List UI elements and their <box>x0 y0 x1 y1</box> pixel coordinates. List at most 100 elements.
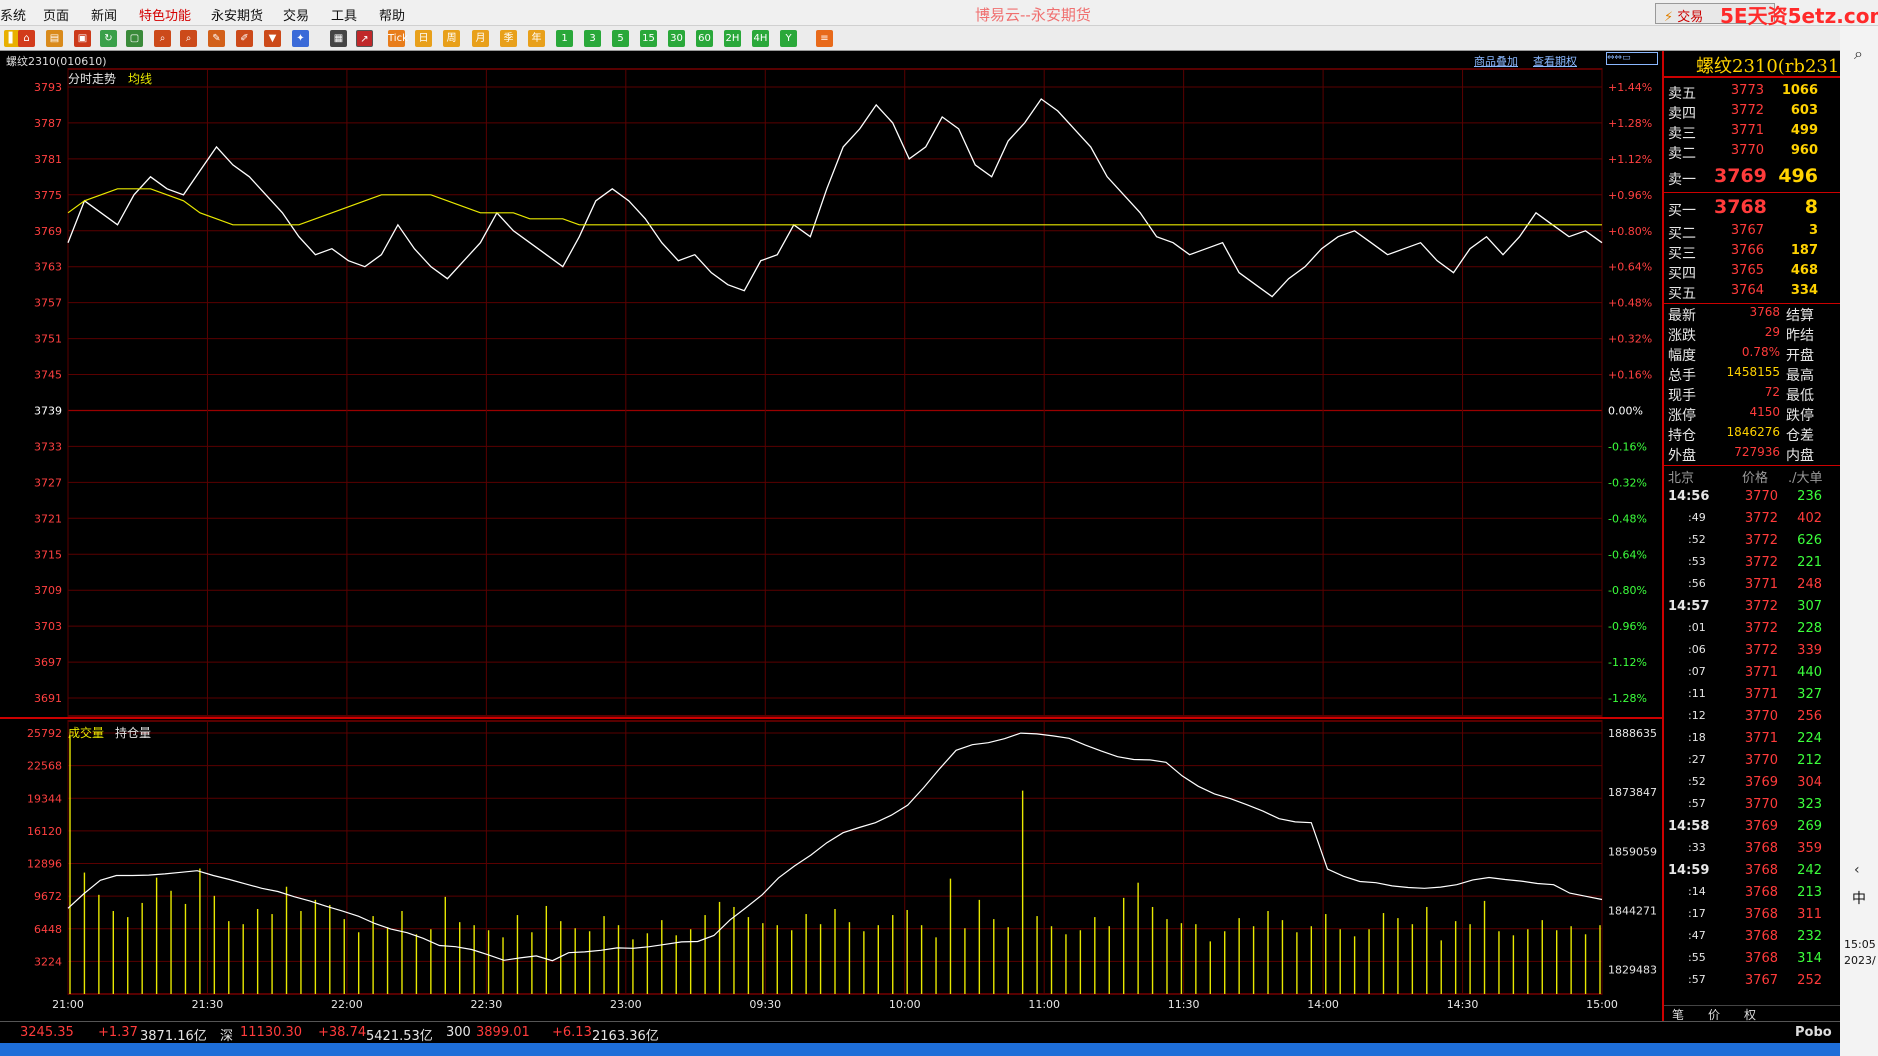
volume-legend: 成交量 <box>68 726 105 740</box>
hs300-amount: 2163.36亿 <box>592 1029 659 1044</box>
ask-price: 3773 <box>1730 83 1764 98</box>
window-icon[interactable]: ▢ <box>126 30 143 47</box>
ask-volume: 1066 <box>1781 83 1818 98</box>
tick-volume: 252 <box>1797 973 1822 988</box>
min3-icon[interactable]: 3 <box>584 30 601 47</box>
pen-icon[interactable]: ✎ <box>208 30 225 47</box>
custom-icon[interactable]: Y <box>780 30 797 47</box>
price-tick-label: 3781 <box>34 153 62 166</box>
tick-volume: 228 <box>1797 621 1822 636</box>
card-icon[interactable]: ▣ <box>74 30 91 47</box>
tick-volume: 311 <box>1797 907 1822 922</box>
book-icon[interactable]: ▤ <box>46 30 63 47</box>
tick-row: :18 3771 224 <box>1664 731 1842 751</box>
search-icon[interactable]: ⌕ <box>154 30 171 47</box>
pct-tick-label: -0.80% <box>1608 584 1647 597</box>
chart-area[interactable]: 3793 +1.44% 3787 +1.28% 3781 +1.12% 3775 +0.96%… <box>0 51 1662 1021</box>
min60-icon[interactable]: 60 <box>696 30 713 47</box>
zoom-icon[interactable]: ⌕ <box>180 30 197 47</box>
tick-header-time: 北京 <box>1668 471 1695 486</box>
hs300-index: 3899.01 <box>476 1025 530 1040</box>
tick-price: 3772 <box>1744 555 1778 570</box>
price-tick-label: 3769 <box>34 225 62 238</box>
home-icon[interactable]: ⌂ <box>18 30 35 47</box>
bid-price: 3765 <box>1730 263 1764 278</box>
stat-label: 涨停 <box>1668 408 1696 424</box>
year-icon[interactable]: 年 <box>528 30 545 47</box>
tick-icon[interactable]: Tick <box>388 30 408 47</box>
stat-label2: 最高 <box>1786 368 1814 384</box>
hour4-icon[interactable]: 4H <box>752 30 769 47</box>
sparkle-icon[interactable]: ✦ <box>292 30 309 47</box>
symbol-code: 螺纹2310(010610) <box>6 55 107 68</box>
season-icon[interactable]: 季 <box>500 30 517 47</box>
ask-label: 卖三 <box>1668 126 1696 142</box>
menu-page[interactable]: 页面 <box>43 5 69 24</box>
price-tick-label: 3775 <box>34 189 62 202</box>
pct-tick-label: -0.64% <box>1608 548 1647 561</box>
grid-icon[interactable]: ▦ <box>330 30 347 47</box>
hour2-icon[interactable]: 2H <box>724 30 741 47</box>
refresh-icon[interactable]: ↻ <box>100 30 117 47</box>
tick-row: :53 3772 221 <box>1664 555 1842 575</box>
min1-icon[interactable]: 1 <box>556 30 573 47</box>
menu-yongan[interactable]: 永安期货 <box>211 5 263 24</box>
panel-controls-icon[interactable]: ⇔⇔▭ <box>1606 52 1658 65</box>
ask-row: 卖三 3771 499 <box>1664 123 1842 143</box>
day-icon[interactable]: 日 <box>415 30 432 47</box>
tick-price: 3769 <box>1744 819 1778 834</box>
stat-row: 总手 1458155 最高 <box>1664 365 1842 385</box>
week-icon[interactable]: 周 <box>443 30 460 47</box>
bid-price: 3764 <box>1730 283 1764 298</box>
add-product-link[interactable]: 商品叠加 <box>1474 53 1518 69</box>
tick-row: :01 3772 228 <box>1664 621 1842 641</box>
menu-trade[interactable]: 交易 <box>283 5 309 24</box>
menu-help[interactable]: 帮助 <box>379 5 405 24</box>
stat-label: 幅度 <box>1668 348 1696 364</box>
bid-label: 买一 <box>1668 203 1696 219</box>
tick-volume: 256 <box>1797 709 1822 724</box>
bid-row: 买四 3765 468 <box>1664 263 1842 283</box>
tick-time: :52 <box>1688 533 1706 546</box>
pct-tick-label: +0.16% <box>1608 369 1652 382</box>
tick-time: :27 <box>1688 753 1706 766</box>
bid-volume: 187 <box>1790 243 1818 258</box>
min5-icon[interactable]: 5 <box>612 30 629 47</box>
clock-date: 2023/ <box>1844 954 1876 967</box>
tick-time: :55 <box>1688 951 1706 964</box>
ask-label: 卖五 <box>1668 86 1696 102</box>
price-panel-title: 分时走势 <box>68 72 117 86</box>
min30-icon[interactable]: 30 <box>668 30 685 47</box>
intraday-chart[interactable]: 3793 +1.44% 3787 +1.28% 3781 +1.12% 3775 +0.96%… <box>0 51 1662 1021</box>
menu-news[interactable]: 新闻 <box>91 5 117 24</box>
menu-system[interactable]: 系统 <box>0 5 26 24</box>
month-icon[interactable]: 月 <box>472 30 489 47</box>
view-options-link[interactable]: 查看期权 <box>1533 53 1577 69</box>
brand-logo: Pobo <box>1795 1025 1832 1040</box>
filter-icon[interactable]: ▼ <box>264 30 281 47</box>
chevron-left-icon[interactable]: ‹ <box>1854 862 1860 878</box>
stat-row: 幅度 0.78% 开盘 <box>1664 345 1842 365</box>
volume-tick-label: 22568 <box>27 760 62 773</box>
notes-icon[interactable]: ≡ <box>816 30 833 47</box>
ime-indicator[interactable]: 中 <box>1852 888 1866 908</box>
stat-value: 1846276 <box>1726 425 1780 439</box>
tick-row: 14:58 3769 269 <box>1664 819 1842 839</box>
stat-label: 涨跌 <box>1668 328 1696 344</box>
bid-volume: 334 <box>1790 283 1818 298</box>
min15-icon[interactable]: 15 <box>640 30 657 47</box>
tick-price: 3767 <box>1744 973 1778 988</box>
ask-row: 卖四 3772 603 <box>1664 103 1842 123</box>
menu-special[interactable]: 特色功能 <box>139 5 191 24</box>
volume-tick-label: 9672 <box>34 890 62 903</box>
stat-row: 涨跌 29 昨结 <box>1664 325 1842 345</box>
chart-icon[interactable]: ↗ <box>356 30 373 47</box>
sh-index: 3245.35 <box>20 1025 74 1040</box>
bid-price: 3767 <box>1730 223 1764 238</box>
menu-tools[interactable]: 工具 <box>331 5 357 24</box>
draw-icon[interactable]: ✐ <box>236 30 253 47</box>
price-tick-label: 3721 <box>34 512 62 525</box>
search-icon[interactable]: ⌕ <box>1854 44 1863 64</box>
quote-title: 螺纹2310(rb2310 <box>1696 56 1842 77</box>
tick-row: :14 3768 213 <box>1664 885 1842 905</box>
